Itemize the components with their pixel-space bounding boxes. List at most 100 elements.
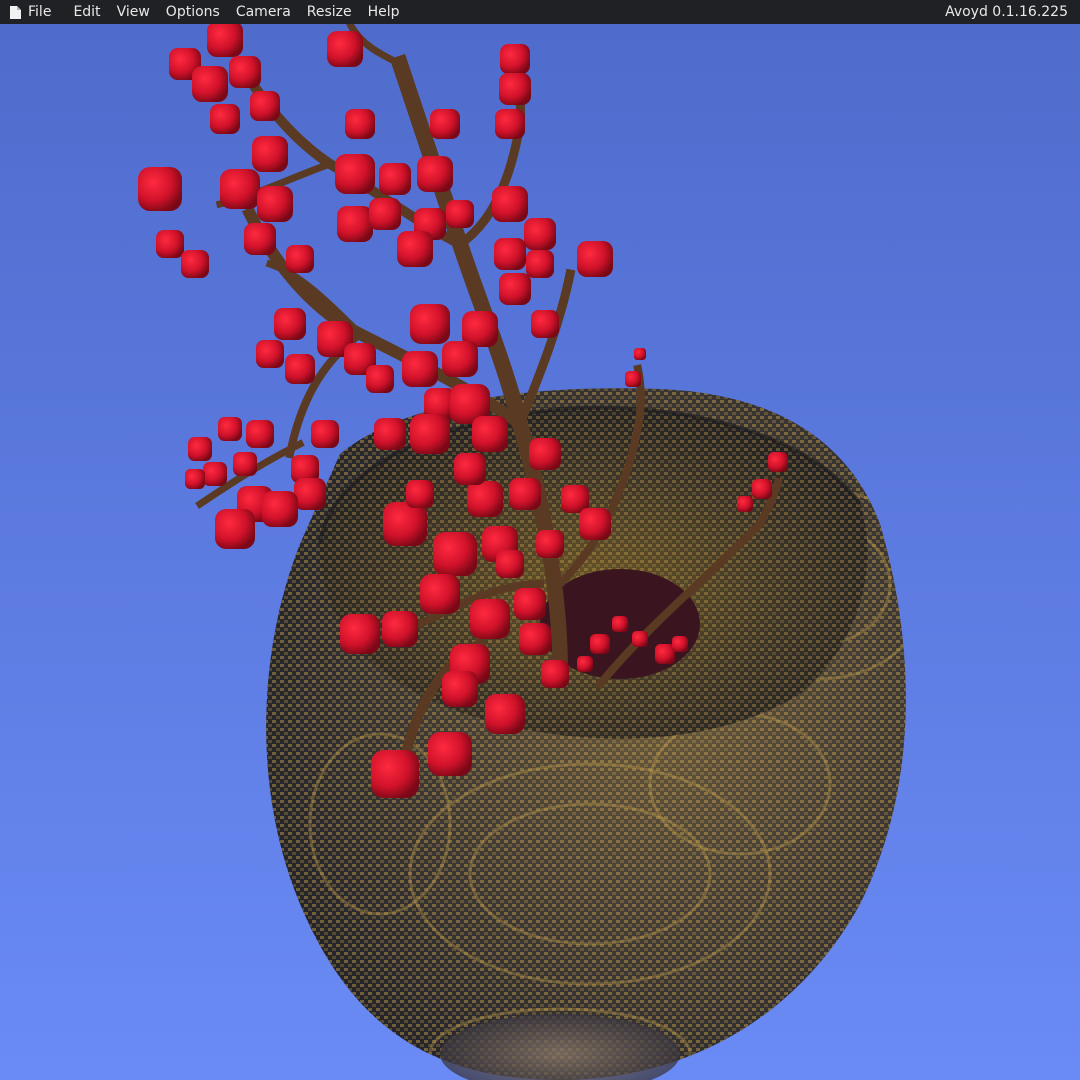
menu-camera-label: Camera — [235, 4, 291, 20]
berry — [499, 273, 531, 305]
berry — [625, 371, 641, 387]
berry — [492, 186, 528, 222]
berry — [442, 341, 478, 377]
berry — [531, 310, 559, 338]
menu-resize[interactable]: Resize — [299, 0, 360, 24]
berry — [181, 250, 209, 278]
menu-bar: File Edit View Options Camera Resize Hel… — [0, 0, 1080, 24]
menu-file-label: File — [28, 4, 52, 20]
berry — [246, 420, 274, 448]
berry — [529, 438, 561, 470]
berry — [737, 496, 753, 512]
berry — [446, 200, 474, 228]
berry — [382, 611, 418, 647]
berry — [250, 91, 280, 121]
berry — [345, 109, 375, 139]
berry — [752, 479, 772, 499]
berry — [541, 660, 569, 688]
berry — [203, 462, 227, 486]
berry — [519, 623, 551, 655]
file-icon — [10, 5, 21, 19]
berry — [672, 636, 688, 652]
berry — [485, 694, 525, 734]
berry — [410, 304, 450, 344]
menu-options[interactable]: Options — [158, 0, 228, 24]
berry — [410, 414, 450, 454]
berry — [210, 104, 240, 134]
berry — [768, 452, 788, 472]
berry — [577, 656, 593, 672]
berry — [577, 241, 613, 277]
berry — [207, 24, 243, 57]
menu-resize-label: Resize — [306, 4, 352, 20]
voxel-scene[interactable] — [0, 24, 1080, 1080]
berry — [634, 348, 646, 360]
berry — [428, 732, 472, 776]
berry — [494, 238, 526, 270]
avoyd-window: File Edit View Options Camera Resize Hel… — [0, 0, 1080, 1080]
berry — [252, 136, 288, 172]
berry — [244, 223, 276, 255]
berry — [379, 163, 411, 195]
menu-file[interactable]: File — [0, 0, 65, 24]
berry — [218, 417, 242, 441]
berry — [430, 109, 460, 139]
menu-options-label: Options — [165, 4, 220, 20]
berry — [335, 154, 375, 194]
berry — [274, 308, 306, 340]
berry — [220, 169, 260, 209]
berry — [397, 231, 433, 267]
berry — [495, 109, 525, 139]
berry — [509, 478, 541, 510]
berry — [526, 250, 554, 278]
berry — [514, 588, 546, 620]
berry — [294, 478, 326, 510]
menu-view-label: View — [116, 4, 150, 20]
berry — [257, 186, 293, 222]
berry — [579, 508, 611, 540]
3d-viewport[interactable] — [0, 24, 1080, 1080]
berry — [420, 574, 460, 614]
berry — [470, 599, 510, 639]
menu-camera[interactable]: Camera — [228, 0, 299, 24]
berry — [406, 480, 434, 508]
berry — [192, 66, 228, 102]
berry — [369, 198, 401, 230]
menu-edit[interactable]: Edit — [65, 0, 108, 24]
menu-help-label: Help — [367, 4, 400, 20]
berry — [383, 502, 427, 546]
menu-edit-label: Edit — [73, 4, 101, 20]
berry — [496, 550, 524, 578]
berry — [156, 230, 184, 258]
berry — [337, 206, 373, 242]
berry — [256, 340, 284, 368]
menu-help[interactable]: Help — [360, 0, 408, 24]
berry — [590, 634, 610, 654]
berry — [185, 469, 205, 489]
berry — [402, 351, 438, 387]
berry — [417, 156, 453, 192]
berry — [467, 481, 503, 517]
berry — [215, 509, 255, 549]
berry — [188, 437, 212, 461]
berry — [233, 452, 257, 476]
berry — [500, 44, 530, 74]
menu-view[interactable]: View — [109, 0, 158, 24]
berry — [340, 614, 380, 654]
berry — [442, 671, 478, 707]
berry — [632, 631, 648, 647]
berry — [285, 354, 315, 384]
berry — [138, 167, 182, 211]
berry — [366, 365, 394, 393]
berry — [262, 491, 298, 527]
berry — [524, 218, 556, 250]
berry — [229, 56, 261, 88]
berry — [536, 530, 564, 558]
berry — [433, 532, 477, 576]
berry — [612, 616, 628, 632]
berry — [472, 416, 508, 452]
version-label: Avoyd 0.1.16.225 — [945, 4, 1068, 20]
berry — [311, 420, 339, 448]
berry — [374, 418, 406, 450]
berry — [286, 245, 314, 273]
